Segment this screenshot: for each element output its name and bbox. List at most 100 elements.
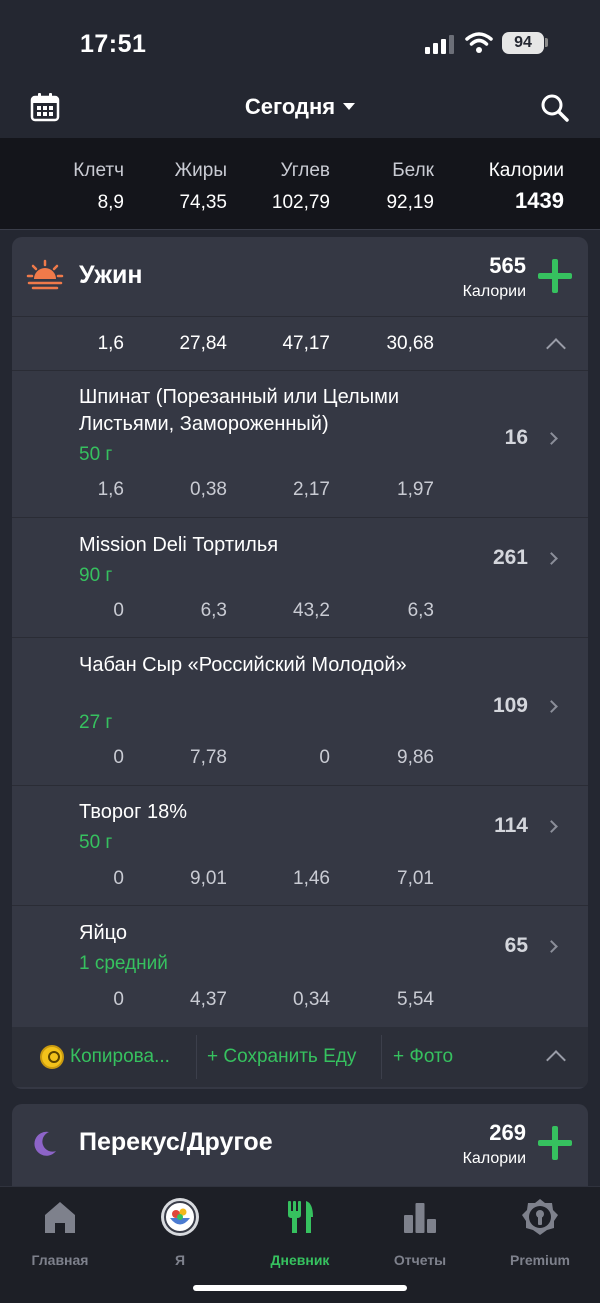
macro-value: 0 (113, 747, 124, 768)
chevron-right-icon (545, 432, 558, 445)
meal-macro-summary: 1,6 27,84 47,17 30,68 (12, 317, 588, 371)
meal-card-snack: Перекус/Другое 269 Калории (12, 1104, 588, 1194)
macro-value: 0 (113, 989, 124, 1010)
chevron-right-icon (545, 700, 558, 713)
total-carbs: Углев 102,79 (272, 160, 330, 214)
status-bar: 17:51 94 (0, 0, 600, 80)
macro-value: 43,2 (293, 600, 330, 621)
tab-diary[interactable]: Дневник (240, 1197, 360, 1268)
food-calories: 109 (492, 694, 528, 717)
save-food-button[interactable]: + Сохранить Еду (207, 1046, 356, 1068)
add-food-button[interactable] (538, 1126, 572, 1160)
meal-title: Перекус/Другое (79, 1128, 273, 1156)
add-food-button[interactable] (538, 259, 572, 293)
tab-reports[interactable]: Отчеты (360, 1197, 480, 1268)
meal-header[interactable]: Ужин 565 Калории (12, 237, 588, 317)
meal-card-dinner: Ужин 565 Калории 1,6 27,84 47,17 30,68 Ш… (12, 237, 588, 1089)
macro-value: 6,3 (407, 600, 434, 621)
cellular-signal-icon (425, 35, 454, 54)
meal-title: Ужин (79, 261, 143, 289)
macro-value: 2,17 (293, 479, 330, 500)
meal-calories-unit: Калории (462, 283, 526, 300)
tab-label: Дневник (270, 1252, 330, 1268)
macro-value: 0 (113, 600, 124, 621)
tab-label: Я (174, 1252, 186, 1268)
meal-calories-value: 269 (489, 1120, 526, 1145)
food-name: Mission Deli Тортилья (79, 534, 279, 556)
date-label: Сегодня (244, 94, 336, 119)
food-calories: 65 (504, 934, 528, 957)
top-bar: Сегодня (0, 80, 600, 138)
tab-me[interactable]: Я (120, 1197, 240, 1268)
total-value: 1439 (515, 188, 564, 213)
fork-knife-icon (288, 1201, 313, 1233)
macro-value: 4,37 (190, 989, 227, 1010)
macro-value: 9,86 (397, 747, 434, 768)
macro-value: 7,01 (397, 868, 434, 889)
chevron-right-icon (545, 940, 558, 953)
chevron-down-icon (343, 102, 356, 110)
food-item[interactable]: Творог 18% 50 г 114 0 9,01 1,46 7,01 (12, 786, 588, 906)
total-value: 8,9 (97, 192, 124, 213)
chevron-right-icon (545, 552, 558, 565)
total-label: Клетч (73, 160, 124, 181)
total-value: 92,19 (386, 192, 434, 213)
wifi-icon (465, 32, 493, 53)
macro-value: 6,3 (200, 600, 227, 621)
food-name: Шпинат (Порезанный или Целыми Листьями, … (79, 386, 400, 435)
tab-label: Отчеты (393, 1252, 447, 1268)
copy-button[interactable]: Копирова... (70, 1046, 170, 1068)
food-calories: 114 (494, 814, 528, 837)
tab-label: Главная (31, 1252, 89, 1268)
macro-value: 1,6 (97, 479, 124, 500)
meal-actions: Копирова... + Сохранить Еду + Фото (12, 1027, 588, 1087)
food-item[interactable]: Чабан Сыр «Российский Молодой» 27 г 109 … (12, 638, 588, 786)
total-calories: Калории 1439 (489, 160, 564, 214)
macro-value: 9,01 (190, 868, 227, 889)
meal-calories-value: 565 (489, 253, 526, 278)
macro-value: 1,97 (397, 479, 434, 500)
macro-value: 27,84 (179, 333, 227, 354)
date-selector[interactable]: Сегодня (0, 94, 600, 120)
total-protein: Белк 92,19 (386, 160, 434, 214)
macro-value: 1,46 (293, 868, 330, 889)
total-value: 74,35 (179, 192, 227, 213)
total-value: 102,79 (271, 192, 330, 213)
total-fat: Жиры 74,35 (175, 160, 227, 214)
premium-badge-icon (522, 1199, 558, 1235)
search-icon[interactable] (540, 93, 570, 123)
macro-value: 1,6 (97, 333, 124, 354)
food-item[interactable]: Mission Deli Тортилья 90 г 261 0 6,3 43,… (12, 518, 588, 638)
collapse-chevron-icon[interactable] (546, 1050, 566, 1070)
food-quantity: 90 г (79, 565, 113, 586)
food-item[interactable]: Шпинат (Порезанный или Целыми Листьями, … (12, 371, 588, 518)
meal-header[interactable]: Перекус/Другое 269 Калории (12, 1104, 588, 1184)
macro-value: 5,54 (397, 989, 434, 1010)
food-name: Творог 18% (79, 801, 187, 823)
bar-chart-icon (404, 1203, 436, 1233)
food-quantity: 1 средний (79, 953, 168, 974)
food-item[interactable]: Яйцо 1 средний 65 0 4,37 0,34 5,54 (12, 906, 588, 1027)
food-name: Чабан Сыр «Российский Молодой» (79, 654, 407, 676)
avatar (161, 1198, 199, 1236)
chevron-right-icon (545, 820, 558, 833)
macro-value: 0,34 (293, 989, 330, 1010)
home-indicator (193, 1285, 407, 1291)
collapse-chevron-icon[interactable] (546, 338, 566, 358)
tab-premium[interactable]: Premium (480, 1197, 600, 1268)
macro-value: 30,68 (386, 333, 434, 354)
divider (196, 1035, 197, 1079)
home-icon (45, 1202, 75, 1233)
food-quantity: 27 г (79, 712, 113, 733)
sunset-icon (26, 259, 64, 290)
total-label: Белк (392, 160, 434, 181)
food-quantity: 50 г (79, 444, 113, 465)
macro-value: 0,38 (190, 479, 227, 500)
tab-home[interactable]: Главная (0, 1197, 120, 1268)
macro-value: 7,78 (190, 747, 227, 768)
add-photo-button[interactable]: + Фото (393, 1046, 453, 1068)
meal-calories: 565 Калории (463, 253, 526, 301)
meal-calories-unit: Калории (462, 1150, 526, 1167)
total-label: Углев (280, 160, 330, 181)
food-quantity: 50 г (79, 832, 113, 853)
